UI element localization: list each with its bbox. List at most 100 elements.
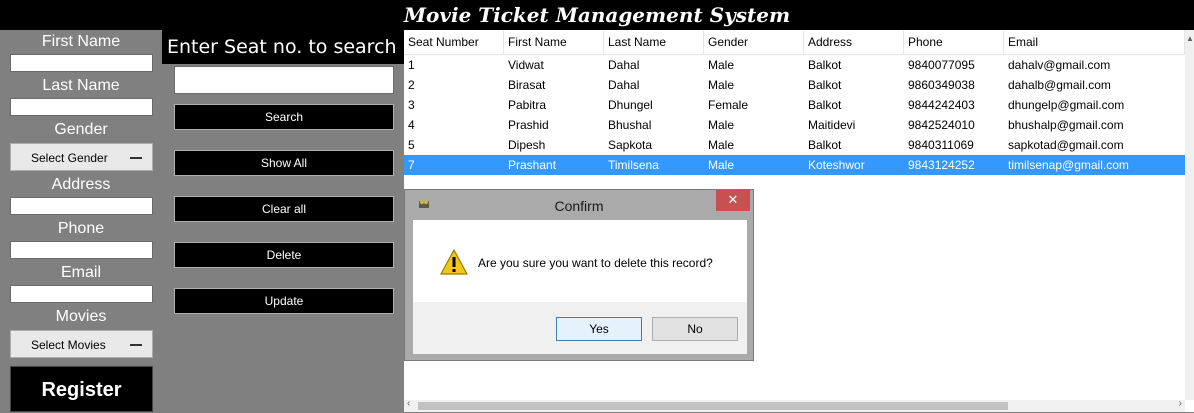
scroll-left-arrow-icon[interactable]: ‹ [407,398,410,409]
cell-first-name: Prashant [508,158,557,172]
register-button[interactable]: Register [10,366,153,412]
table-row[interactable]: 2 Birasat Dahal Male Balkot 9860349038 d… [404,75,1185,95]
gender-select[interactable]: Select Gender [10,143,153,171]
cell-last-name: Dahal [608,78,640,92]
seat-search-input[interactable] [174,66,394,94]
cell-seat-number: 5 [408,138,415,152]
table-row-selected[interactable]: 7 Prashant Timilsena Male Koteshwor 9843… [404,155,1185,175]
cell-gender: Male [708,158,735,172]
cell-first-name: Prashid [508,118,549,132]
app-title-bar: Movie Ticket Management System [0,0,1194,30]
warning-icon [439,248,469,275]
cell-address: Maitidevi [808,118,856,132]
column-header-address[interactable]: Address [804,30,904,54]
cell-seat-number: 7 [408,158,415,172]
cell-gender: Female [708,98,749,112]
horizontal-scrollbar[interactable]: ‹ › [404,398,1185,412]
cell-seat-number: 1 [408,58,415,72]
cell-first-name: Birasat [508,78,546,92]
cell-first-name: Vidwat [508,58,544,72]
cell-last-name: Dhungel [608,98,653,112]
cell-email: dahalv@gmail.com [1008,58,1111,72]
last-name-field[interactable] [10,98,153,116]
cell-gender: Male [708,78,735,92]
cell-phone: 9844242403 [908,98,975,112]
cell-phone: 9840311069 [908,138,974,152]
show-all-button[interactable]: Show All [174,150,394,176]
column-header-email[interactable]: Email [1004,30,1185,54]
address-field[interactable] [10,197,153,215]
phone-label: Phone [57,220,105,237]
movies-label: Movies [55,308,107,325]
cell-last-name: Sapkota [608,138,653,152]
dialog-title: Confirm [554,198,604,214]
movies-select-value: Select Movies [31,338,106,352]
gender-select-value: Select Gender [31,151,108,165]
cell-address: Balkot [808,58,842,72]
email-field[interactable] [10,285,153,303]
table-row[interactable]: 5 Dipesh Sapkota Male Balkot 9840311069 … [404,135,1185,155]
dialog-message: Are you sure you want to delete this rec… [478,256,713,270]
cell-phone: 9843124252 [908,158,975,172]
registration-form: First Name Last Name Gender Select Gende… [0,30,162,412]
cell-seat-number: 3 [408,98,415,112]
table-row[interactable]: 4 Prashid Bhushal Male Maitidevi 9842524… [404,115,1185,135]
column-header-first-name[interactable]: First Name [504,30,604,54]
cell-email: bhushalp@gmail.com [1008,118,1124,132]
cell-last-name: Dahal [608,58,640,72]
dropdown-arrow-icon [130,157,142,159]
no-button[interactable]: No [652,317,738,341]
dialog-body: Are you sure you want to delete this rec… [413,220,747,354]
column-header-phone[interactable]: Phone [904,30,1004,54]
cell-email: dhungelp@gmail.com [1008,98,1125,112]
grid-header: Seat Number First Name Last Name Gender … [404,30,1185,55]
cell-last-name: Timilsena [608,158,659,172]
cell-first-name: Dipesh [508,138,546,152]
phone-field[interactable] [10,241,153,259]
table-row[interactable]: 1 Vidwat Dahal Male Balkot 9840077095 da… [404,55,1185,75]
column-header-seat-number[interactable]: Seat Number [404,30,504,54]
dialog-message-area: Are you sure you want to delete this rec… [413,220,747,302]
cell-email: sapkotad@gmail.com [1008,138,1124,152]
email-label: Email [60,264,101,281]
cell-phone: 9842524010 [908,118,975,132]
cell-phone: 9860349038 [908,78,975,92]
search-title: Enter Seat no. to search [162,30,404,64]
clear-all-button[interactable]: Clear all [174,196,394,222]
cell-address: Balkot [808,78,842,92]
cell-gender: Male [708,58,735,72]
cell-address: Balkot [808,138,842,152]
horizontal-scroll-thumb[interactable] [418,402,1008,410]
search-button[interactable]: Search [174,104,394,130]
cell-address: Balkot [808,98,842,112]
search-panel: Enter Seat no. to search Search Show All… [162,30,404,412]
cell-phone: 9840077095 [908,58,975,72]
dropdown-arrow-icon [130,344,142,346]
confirm-dialog: Confirm ✕ Are you sure you want to delet… [404,189,754,361]
cell-email: dahalb@gmail.com [1008,78,1111,92]
delete-button[interactable]: Delete [174,242,394,268]
gender-label: Gender [54,121,108,138]
cell-seat-number: 4 [408,118,415,132]
cell-email: timilsenap@gmail.com [1008,158,1129,172]
dialog-title-bar[interactable]: Confirm ✕ [405,190,753,220]
dialog-close-button[interactable]: ✕ [716,190,750,211]
yes-button[interactable]: Yes [556,317,642,341]
last-name-label: Last Name [42,77,120,94]
update-button[interactable]: Update [174,288,394,314]
first-name-field[interactable] [10,54,153,72]
cell-seat-number: 2 [408,78,415,92]
cell-address: Koteshwor [808,158,865,172]
cell-gender: Male [708,118,735,132]
scroll-right-arrow-icon[interactable]: › [1179,398,1182,409]
address-label: Address [51,176,111,193]
scroll-up-arrow-icon[interactable]: ▲ [1186,34,1194,43]
column-header-gender[interactable]: Gender [704,30,804,54]
cell-first-name: Pabitra [508,98,547,112]
movies-select[interactable]: Select Movies [10,330,153,358]
column-header-last-name[interactable]: Last Name [604,30,704,54]
cell-gender: Male [708,138,735,152]
first-name-label: First Name [41,33,121,50]
vertical-scrollbar[interactable]: ▲ [1185,30,1194,400]
table-row[interactable]: 3 Pabitra Dhungel Female Balkot 98442424… [404,95,1185,115]
